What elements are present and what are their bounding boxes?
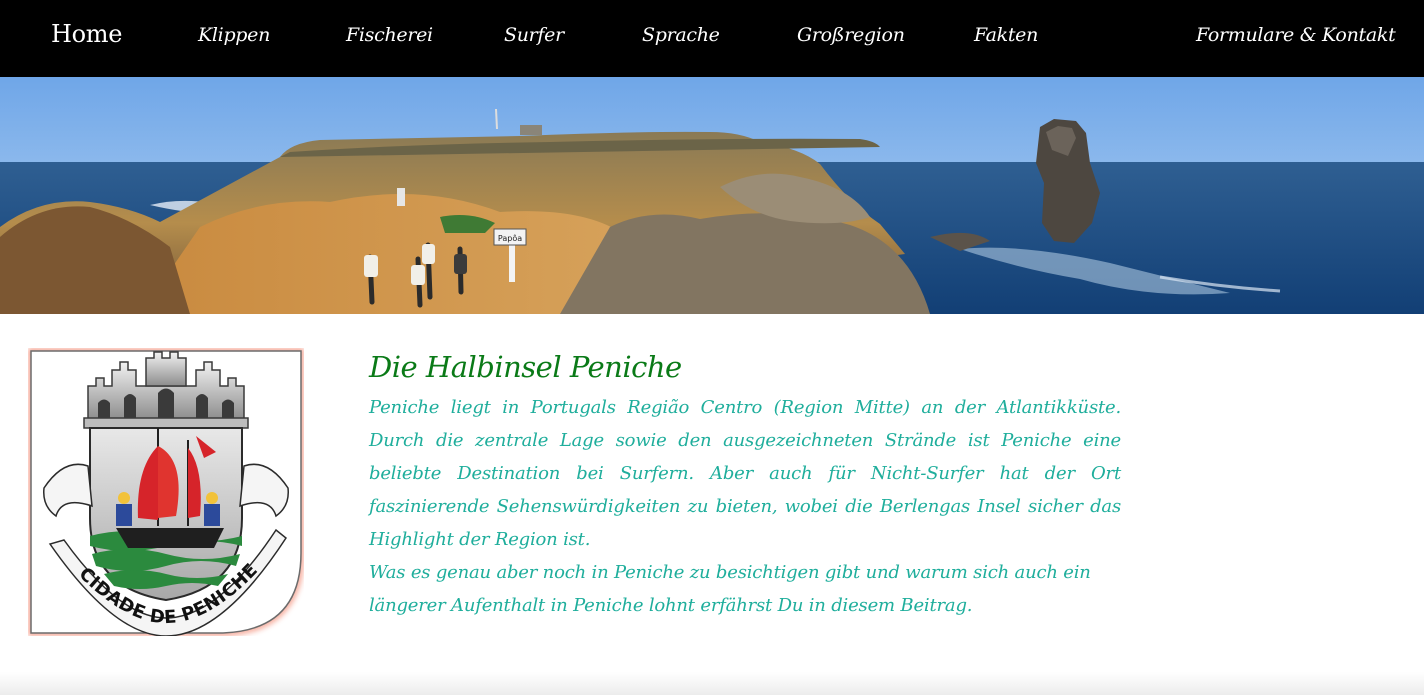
nav-grossregion[interactable]: Großregion: [797, 24, 905, 46]
nav-surfer[interactable]: Surfer: [504, 24, 564, 46]
article-section: Die Halbinsel Peniche Peniche liegt in P…: [369, 348, 1121, 622]
hero-banner-image: Papôa: [0, 77, 1424, 314]
nav-fakten[interactable]: Fakten: [974, 24, 1038, 46]
article-paragraph-2: Was es genau aber noch in Peniche zu bes…: [369, 562, 1091, 616]
nav-home[interactable]: Home: [51, 20, 122, 48]
nav-formulare-kontakt[interactable]: Formulare & Kontakt: [1196, 24, 1396, 46]
banner-sign-text: Papôa: [498, 233, 522, 243]
nav-sprache[interactable]: Sprache: [642, 24, 720, 46]
nav-klippen[interactable]: Klippen: [198, 24, 270, 46]
page-bottom-shadow: [0, 672, 1424, 695]
nav-fischerei[interactable]: Fischerei: [346, 24, 433, 46]
top-navigation: Home Klippen Fischerei Surfer Sprache Gr…: [0, 0, 1424, 77]
article-paragraph-1: Peniche liegt in Portugals Região Centro…: [369, 397, 1121, 550]
article-title: Die Halbinsel Peniche: [369, 350, 682, 384]
peniche-coat-of-arms: CIDADE DE PENICHE: [28, 348, 304, 637]
